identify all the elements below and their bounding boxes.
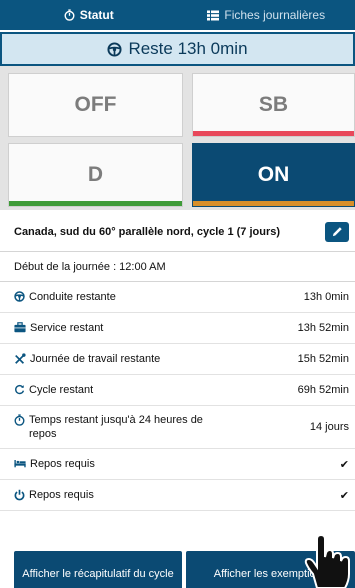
row-label: Cycle restant bbox=[29, 384, 94, 396]
tab-statut[interactable]: Statut bbox=[0, 0, 178, 30]
list-icon bbox=[207, 10, 220, 20]
status-on-button[interactable]: ON bbox=[192, 143, 355, 207]
list-item: Repos requis ✔ bbox=[0, 480, 355, 511]
row-label: Repos requis bbox=[30, 458, 95, 470]
briefcase-icon bbox=[14, 322, 26, 333]
row-label: Conduite restante bbox=[29, 291, 116, 303]
top-tab-bar: Statut Fiches journalières bbox=[0, 0, 355, 30]
status-d-color-bar bbox=[9, 201, 182, 206]
status-d-label: D bbox=[87, 163, 104, 186]
row-value: 13h 52min bbox=[297, 322, 349, 334]
refresh-icon bbox=[15, 384, 25, 395]
row-label: Service restant bbox=[30, 322, 104, 334]
cycle-rule-text: Canada, sud du 60° parallèle nord, cycle… bbox=[14, 225, 281, 238]
status-off-label: OFF bbox=[74, 93, 117, 116]
tab-statut-label: Statut bbox=[79, 8, 114, 22]
bed-icon bbox=[14, 460, 26, 468]
row-value: 15h 52min bbox=[297, 353, 349, 365]
status-off-button[interactable]: OFF bbox=[8, 73, 183, 137]
day-start-row: Début de la journée : 12:00 AM bbox=[0, 252, 355, 282]
remaining-time-text: Reste 13h 0min bbox=[128, 39, 248, 58]
status-sb-label: SB bbox=[258, 93, 289, 116]
status-on-color-bar bbox=[193, 201, 354, 206]
stopwatch-icon bbox=[14, 414, 25, 426]
tools-icon bbox=[15, 353, 26, 364]
edit-cycle-button[interactable] bbox=[325, 221, 349, 242]
row-label: Repos requis bbox=[29, 489, 94, 501]
list-item: Cycle restant 69h 52min bbox=[0, 375, 355, 406]
row-label: Journée de travail restante bbox=[30, 353, 161, 365]
list-item: Service restant 13h 52min bbox=[0, 313, 355, 344]
stopwatch-icon bbox=[64, 9, 75, 21]
status-sb-color-bar bbox=[193, 131, 354, 136]
steering-wheel-icon bbox=[14, 291, 25, 302]
list-item: Repos requis ✔ bbox=[0, 449, 355, 480]
list-item: Journée de travail restante 15h 52min bbox=[0, 344, 355, 375]
cycle-rule-row: Canada, sud du 60° parallèle nord, cycle… bbox=[0, 212, 355, 252]
tab-fiches-label: Fiches journalières bbox=[224, 8, 326, 22]
row-value: 69h 52min bbox=[297, 384, 349, 396]
row-value: 13h 0min bbox=[303, 291, 349, 303]
row-value: 14 jours bbox=[309, 421, 349, 433]
day-start-text: Début de la journée : 12:00 AM bbox=[14, 260, 166, 273]
duty-status-grid: OFF SB D ON bbox=[0, 66, 355, 210]
power-icon bbox=[14, 489, 25, 501]
status-sb-button[interactable]: SB bbox=[192, 73, 355, 137]
check-icon: ✔ bbox=[339, 458, 349, 471]
remaining-times-list: Conduite restante 13h 0min Service resta… bbox=[0, 282, 355, 511]
steering-wheel-icon bbox=[107, 41, 122, 57]
cycle-summary-button[interactable]: Afficher le récapitulatif du cycle bbox=[14, 551, 182, 588]
status-on-label: ON bbox=[257, 163, 290, 186]
list-item: Temps restant jusqu'à 24 heures de repos… bbox=[0, 406, 355, 449]
pencil-icon bbox=[332, 227, 342, 237]
check-icon: ✔ bbox=[339, 489, 349, 502]
list-item: Conduite restante 13h 0min bbox=[0, 282, 355, 313]
tab-fiches-journalieres[interactable]: Fiches journalières bbox=[178, 0, 355, 30]
status-d-button[interactable]: D bbox=[8, 143, 183, 207]
cycle-summary-label: Afficher le récapitulatif du cycle bbox=[22, 567, 174, 580]
row-label: Temps restant jusqu'à 24 heures de repos bbox=[29, 414, 203, 440]
remaining-time-banner: Reste 13h 0min bbox=[0, 32, 355, 66]
pointing-hand-icon bbox=[304, 533, 350, 588]
